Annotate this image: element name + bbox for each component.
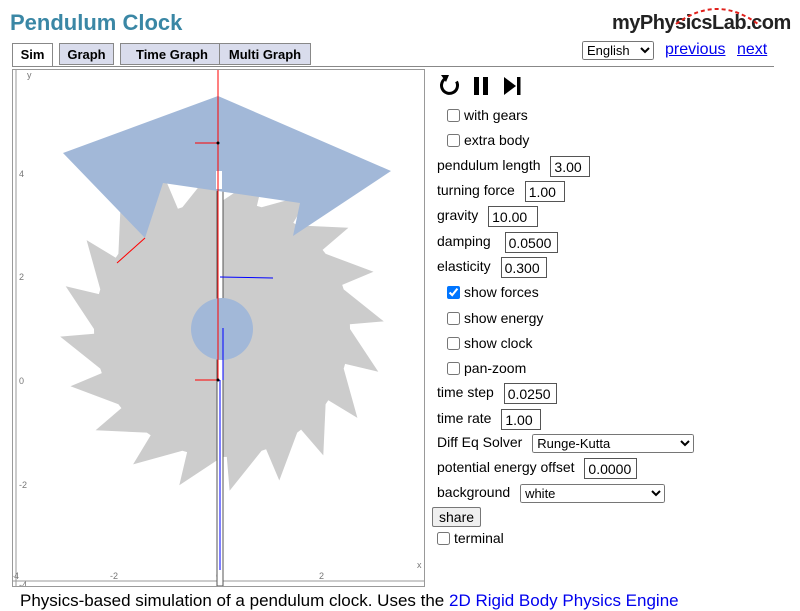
y-axis-label: y	[27, 70, 32, 80]
pe-offset-row: potential energy offset	[437, 458, 638, 479]
tab-divider	[12, 66, 774, 67]
anchor-notch	[216, 171, 222, 189]
previous-link[interactable]: previous	[665, 41, 725, 59]
pendulum-length-input[interactable]	[550, 156, 591, 177]
tab-sim[interactable]: Sim	[12, 43, 53, 67]
simulation-svg: y x 4 2 0 -2 -4 -4 -2 0 2	[11, 70, 424, 590]
pause-icon[interactable]	[468, 73, 494, 99]
y-tick: 2	[19, 272, 24, 282]
next-link[interactable]: next	[737, 41, 767, 59]
logo-arc-icon	[675, 8, 759, 25]
share-row: share	[432, 507, 482, 527]
page-title: Pendulum Clock	[10, 10, 183, 35]
extra-body-row: extra body	[437, 132, 529, 148]
pe-offset-input[interactable]	[584, 458, 638, 479]
y-tick: -4	[19, 580, 27, 586]
show-forces-checkbox[interactable]	[447, 285, 460, 299]
background-row: background white	[437, 484, 666, 503]
y-tick: 0	[19, 376, 24, 386]
turning-force-row: turning force	[437, 181, 565, 202]
tab-time-graph[interactable]: Time Graph	[120, 43, 224, 65]
share-button[interactable]: share	[432, 507, 482, 527]
x-tick: 2	[319, 571, 324, 581]
time-rate-input[interactable]	[501, 409, 542, 430]
y-tick: 4	[19, 169, 24, 179]
contact-point	[216, 141, 220, 145]
time-rate-row: time rate	[437, 409, 542, 430]
with-gears-row: with gears	[437, 107, 528, 123]
elasticity-row: elasticity	[437, 257, 547, 278]
simulation-canvas[interactable]: y x 4 2 0 -2 -4 -4 -2 0 2	[11, 69, 425, 590]
show-clock-checkbox[interactable]	[447, 336, 460, 350]
show-energy-checkbox[interactable]	[447, 311, 460, 325]
controls-panel: with gears extra body pendulum length tu…	[432, 70, 792, 550]
terminal-row: terminal	[437, 530, 504, 546]
physics-engine-link[interactable]: 2D Rigid Body Physics Engine	[449, 591, 679, 610]
x-axis-label: x	[417, 560, 422, 570]
pendulum-length-row: pendulum length	[437, 156, 591, 177]
damping-input[interactable]	[504, 232, 558, 253]
pan-zoom-checkbox[interactable]	[447, 361, 460, 375]
diff-eq-select[interactable]: Runge-Kutta	[532, 434, 695, 453]
gravity-row: gravity	[437, 206, 539, 227]
show-clock-row: show clock	[437, 335, 532, 351]
show-forces-row: show forces	[437, 284, 539, 300]
turning-force-input[interactable]	[524, 181, 565, 202]
pan-zoom-row: pan-zoom	[437, 360, 526, 376]
contact-point	[216, 378, 220, 382]
tab-multi-graph[interactable]: Multi Graph	[219, 43, 311, 65]
terminal-checkbox[interactable]	[437, 531, 450, 545]
y-tick: -2	[19, 480, 27, 490]
gear-hub	[191, 298, 253, 360]
rewind-icon[interactable]	[437, 73, 463, 99]
step-icon[interactable]	[499, 73, 525, 99]
footer-description: Physics-based simulation of a pendulum c…	[20, 591, 679, 610]
damping-row: damping	[437, 232, 558, 253]
extra-body-checkbox[interactable]	[447, 133, 460, 147]
time-step-row: time step	[437, 383, 557, 404]
diff-eq-row: Diff Eq Solver Runge-Kutta	[437, 434, 695, 453]
language-select[interactable]: English	[582, 41, 654, 60]
with-gears-checkbox[interactable]	[447, 108, 460, 122]
time-step-input[interactable]	[503, 383, 557, 404]
show-energy-row: show energy	[437, 310, 543, 326]
elasticity-input[interactable]	[500, 257, 547, 278]
gravity-input[interactable]	[488, 206, 539, 227]
background-select[interactable]: white	[520, 484, 666, 503]
x-tick: -4	[13, 571, 19, 581]
mpl-logo[interactable]: myPhysicsLab.com	[612, 0, 791, 40]
x-tick: -2	[110, 571, 118, 581]
tab-graph[interactable]: Graph	[59, 43, 114, 65]
